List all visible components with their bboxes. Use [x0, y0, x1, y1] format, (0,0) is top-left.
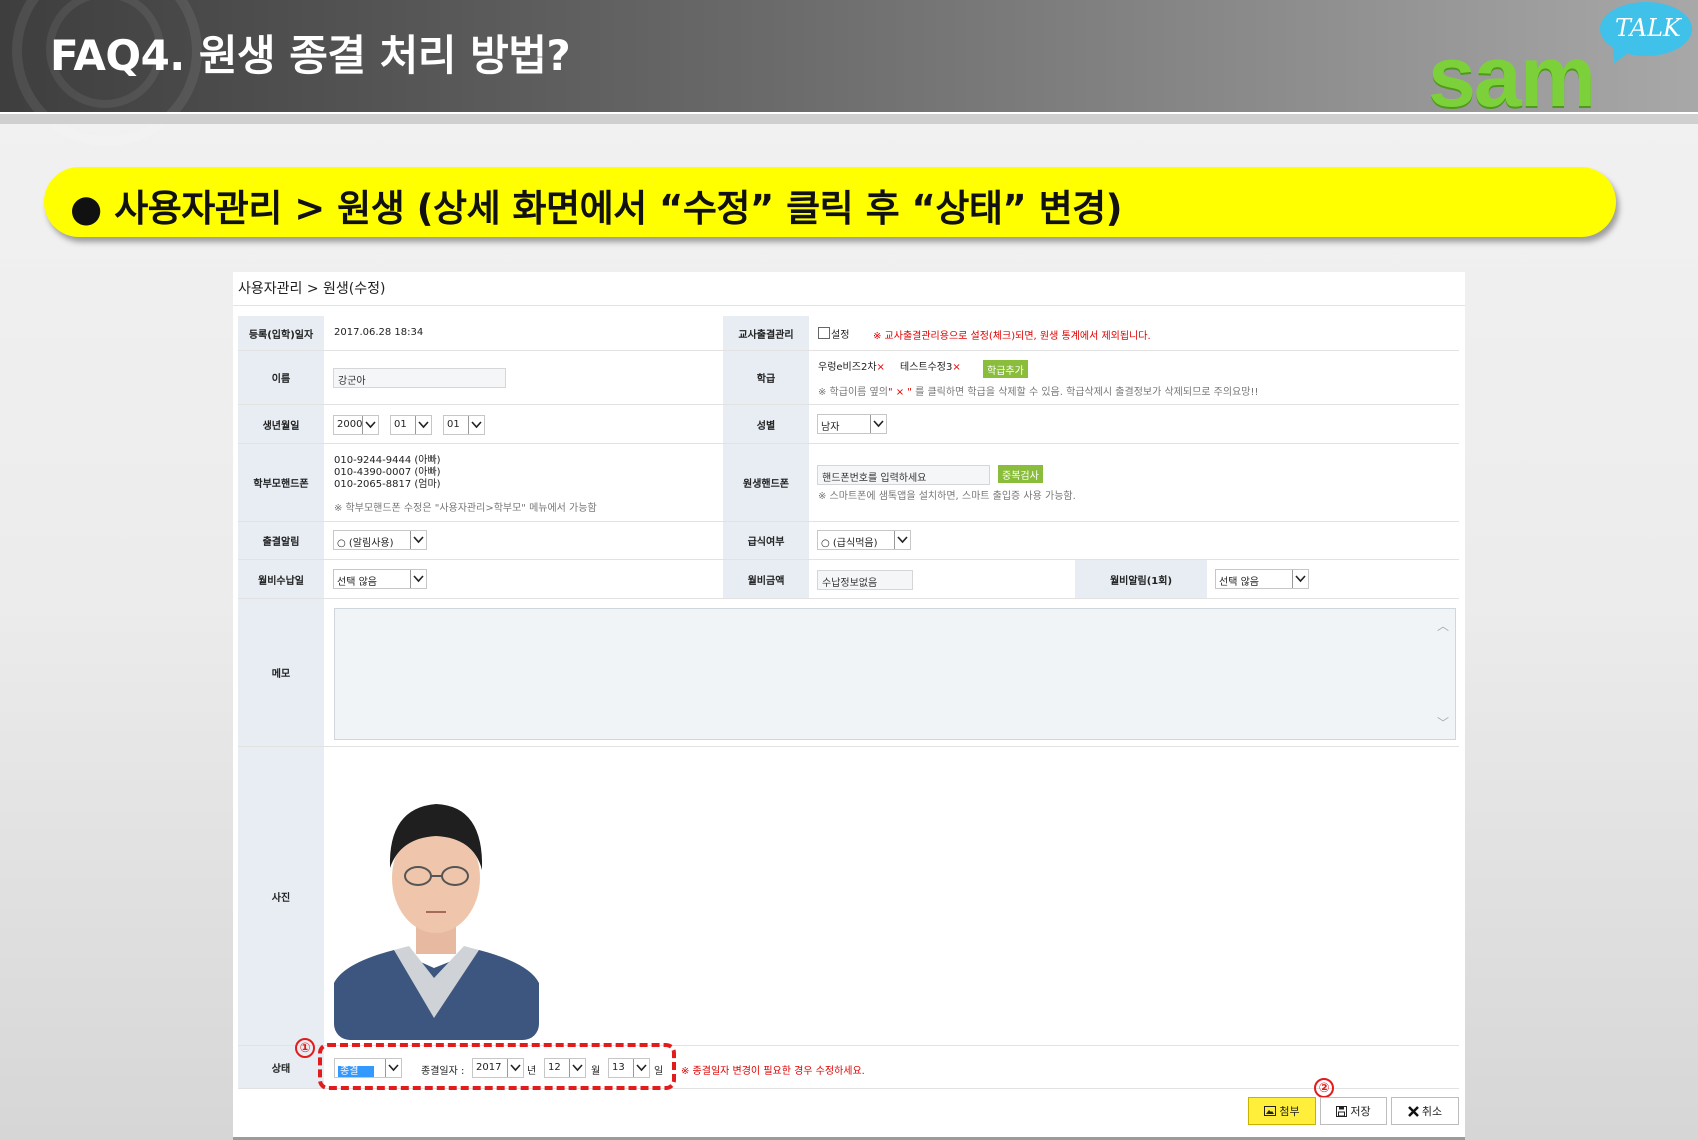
- duplicate-check-button[interactable]: 중복검사: [998, 465, 1043, 483]
- label-student-phone: 원생핸드폰: [723, 444, 809, 522]
- label-meal: 급식여부: [723, 522, 809, 560]
- label-fee-alarm: 월비알림(1회): [1075, 560, 1207, 599]
- label-parent-phone: 학부모핸드폰: [238, 444, 324, 522]
- class-note-b: 를 클릭하면 학급을 삭제할 수 있음. 학급삭제시 출결정보가 삭제되므로 주…: [915, 387, 1259, 398]
- banner-label: 사용자관리 > 원생 (상세 화면에서 “수정” 클릭 후 “상태” 변경): [114, 187, 1123, 230]
- student-phone-input[interactable]: 핸드폰번호를 입력하세요: [817, 465, 990, 485]
- chevron-down-icon: [1292, 570, 1308, 588]
- status-note: ※ 종결일자 변경이 필요한 경우 수정하세요.: [681, 1066, 865, 1077]
- attendance-mgmt-note: ※ 교사출결관리용으로 설정(체크)되면, 원생 통계에서 제외됩니다.: [873, 331, 1151, 342]
- parent-phone-line: 010-2065-8817 (엄마): [334, 479, 441, 490]
- image-icon: [1264, 1106, 1277, 1116]
- add-class-button[interactable]: 학급추가: [983, 360, 1028, 378]
- attach-label: 첨부: [1279, 1105, 1300, 1118]
- class-note-x: " × ": [887, 387, 912, 398]
- class-tag: 우렁e비즈2차×: [818, 358, 885, 373]
- name-input[interactable]: 강군아: [333, 368, 506, 388]
- chevron-down-icon: [468, 416, 484, 434]
- step-marker-2: ②: [1314, 1078, 1334, 1098]
- attendance-mgmt-checkbox[interactable]: [818, 327, 830, 339]
- save-icon: [1336, 1105, 1348, 1117]
- memo-textarea[interactable]: ︿ ﹀: [334, 608, 1456, 740]
- class-tag: 테스트수정3×: [900, 358, 961, 373]
- label-name: 이름: [238, 351, 324, 405]
- label-gender: 성별: [723, 405, 809, 444]
- attendance-mgmt-checkbox-label: 설정: [831, 330, 850, 341]
- label-attendance-mgmt: 교사출결관리: [723, 316, 809, 351]
- birth-month-select[interactable]: 01: [390, 415, 432, 435]
- breadcrumb-divider: [233, 305, 1465, 306]
- class-remove-icon[interactable]: ×: [877, 362, 885, 373]
- label-birth: 생년월일: [238, 405, 324, 444]
- meal-select[interactable]: ○ (급식먹음): [817, 530, 911, 550]
- chevron-down-icon: [894, 531, 910, 549]
- class-tag-name: 테스트수정3: [900, 362, 953, 373]
- attendance-alarm-value: ○ (알림사용): [337, 538, 394, 549]
- chevron-down-icon: [415, 416, 431, 434]
- breadcrumb: 사용자관리 > 원생(수정): [238, 281, 386, 297]
- logo-sam-text: sam: [1428, 29, 1596, 125]
- parent-phone-note: ※ 학부모핸드폰 수정은 "사용자관리>학부모" 메뉴에서 가능함: [334, 503, 597, 514]
- label-attendance-alarm: 출결알림: [238, 522, 324, 560]
- label-memo: 메모: [238, 599, 324, 747]
- logo-talk-text: TALK: [1615, 14, 1681, 42]
- banner-text: ● 사용자관리 > 원생 (상세 화면에서 “수정” 클릭 후 “상태” 변경): [70, 178, 1123, 232]
- class-tag-name: 우렁e비즈2차: [818, 362, 877, 373]
- cancel-button[interactable]: 취소: [1391, 1097, 1459, 1125]
- highlight-status-box: [318, 1043, 676, 1090]
- label-fee-day: 월비수납일: [238, 560, 324, 599]
- reg-date-value: 2017.06.28 18:34: [334, 327, 424, 338]
- slide-title: FAQ4. 원생 종결 처리 방법?: [50, 31, 571, 80]
- chevron-down-icon: [870, 415, 886, 433]
- scroll-down-icon[interactable]: ﹀: [1437, 714, 1449, 731]
- gender-select[interactable]: 남자: [817, 414, 887, 434]
- fee-alarm-value: 선택 않음: [1219, 577, 1259, 588]
- student-photo: [334, 778, 539, 1040]
- birth-cell: [324, 405, 723, 444]
- fee-day-select[interactable]: 선택 않음: [333, 569, 427, 589]
- bullet: ●: [70, 187, 102, 230]
- birth-day-value: 01: [447, 419, 460, 430]
- label-fee-amount: 월비금액: [723, 560, 809, 599]
- birth-year-value: 2000: [337, 419, 363, 430]
- gender-value: 남자: [821, 422, 840, 433]
- fee-day-value: 선택 않음: [337, 577, 377, 588]
- birth-month-value: 01: [394, 419, 407, 430]
- birth-year-select[interactable]: 2000: [333, 415, 379, 435]
- chevron-down-icon: [362, 416, 378, 434]
- cancel-label: 취소: [1421, 1105, 1443, 1118]
- save-button[interactable]: 저장: [1320, 1097, 1387, 1125]
- label-reg-date: 등록(입학)일자: [238, 316, 324, 351]
- birth-day-select[interactable]: 01: [443, 415, 485, 435]
- class-remove-icon[interactable]: ×: [952, 362, 960, 373]
- save-label: 저장: [1350, 1105, 1371, 1118]
- fee-alarm-select[interactable]: 선택 않음: [1215, 569, 1309, 589]
- chevron-down-icon: [410, 531, 426, 549]
- attendance-alarm-select[interactable]: ○ (알림사용): [333, 530, 427, 550]
- attach-button[interactable]: 첨부: [1248, 1097, 1316, 1125]
- chevron-down-icon: [410, 570, 426, 588]
- class-note: ※ 학급이름 옆의" × " 를 클릭하면 학급을 삭제할 수 있음. 학급삭제…: [818, 383, 1258, 398]
- fee-amount-input[interactable]: 수납정보없음: [817, 570, 913, 590]
- student-phone-note: ※ 스마트폰에 샘톡앱을 설치하면, 스마트 출입증 사용 가능함.: [818, 491, 1076, 502]
- meal-value: ○ (급식먹음): [821, 538, 878, 549]
- gender-cell: [809, 405, 1459, 444]
- scroll-up-icon[interactable]: ︿: [1437, 617, 1449, 634]
- step-marker-1: ①: [295, 1038, 315, 1058]
- label-photo: 사진: [238, 747, 324, 1046]
- close-icon: [1407, 1105, 1419, 1117]
- class-note-a: ※ 학급이름 옆의: [818, 387, 888, 398]
- label-class: 학급: [723, 351, 809, 405]
